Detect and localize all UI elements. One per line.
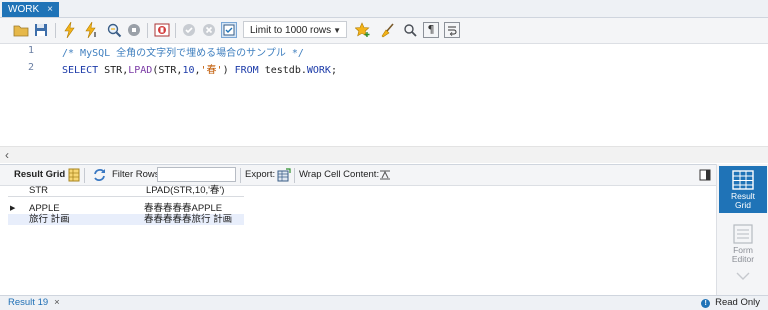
- execute-current-statement-icon[interactable]: [84, 22, 100, 38]
- info-icon: !: [701, 298, 711, 308]
- column-header[interactable]: STR: [29, 185, 48, 196]
- refresh-icon[interactable]: [91, 167, 107, 183]
- toolbar-separator: [55, 23, 56, 38]
- chevron-down-icon[interactable]: [735, 270, 751, 284]
- editor-horizontal-scrollbar[interactable]: ‹: [0, 146, 768, 163]
- sql-function: LPAD: [128, 65, 153, 76]
- sql-terminator: ;: [330, 65, 337, 76]
- limit-rows-select[interactable]: Limit to 1000 rows ▼: [243, 21, 347, 38]
- grid-icon: [732, 170, 754, 190]
- toolbar-separator: [147, 23, 148, 38]
- grid-header-row: STR LPAD(STR,10,'春'): [8, 185, 244, 197]
- close-icon[interactable]: ×: [47, 2, 53, 17]
- line-number: 1: [27, 45, 34, 56]
- sql-columns: STR,: [98, 65, 129, 76]
- column-header[interactable]: LPAD(STR,10,'春'): [146, 185, 224, 196]
- status-bar: Result 19 × ! Read Only: [0, 295, 768, 310]
- grid-cell[interactable]: 春春春春春旅行 計画: [144, 214, 232, 225]
- filter-rows-label: Filter Rows:: [112, 169, 163, 180]
- invisible-chars-pilcrow-icon[interactable]: ¶: [423, 22, 439, 38]
- rollback-x-icon[interactable]: [201, 22, 217, 38]
- scroll-left-arrow-icon[interactable]: ‹: [5, 147, 9, 163]
- result-toolbar: Result Grid Filter Rows: Export: Wrap Ce…: [0, 164, 716, 186]
- document-tab-strip: WORK ×: [0, 0, 768, 18]
- sql-string: '春': [200, 65, 223, 76]
- result-tab[interactable]: Result 19 ×: [8, 296, 60, 310]
- sql-statement-line: SELECT STR,LPAD(STR,10,'春') FROM testdb.…: [62, 61, 337, 76]
- add-snippet-star-icon[interactable]: [355, 22, 371, 38]
- form-editor-button-line2: Editor: [731, 254, 755, 264]
- current-row-arrow-icon: ▶: [10, 205, 16, 212]
- stop-on-error-icon[interactable]: [154, 22, 170, 38]
- sql-comment-line: /* MySQL 全角の文字列で埋める場合のサンプル */: [62, 48, 304, 59]
- grid-cell[interactable]: 春春春春春APPLE: [144, 203, 222, 214]
- wrap-cell-content-label: Wrap Cell Content:: [299, 169, 380, 180]
- toggle-side-panel-icon[interactable]: [697, 167, 713, 183]
- toolbar-separator: [175, 23, 176, 38]
- result-grid-button-line2: Grid: [734, 200, 752, 210]
- sql-keyword: SELECT: [62, 65, 99, 76]
- read-only-indicator: ! Read Only: [701, 296, 760, 310]
- grid-view-icon[interactable]: [66, 167, 82, 183]
- table-row[interactable]: 旅行 計画 春春春春春旅行 計画: [8, 214, 244, 225]
- beautify-broom-icon[interactable]: [380, 22, 396, 38]
- tab-work-label: WORK: [8, 4, 40, 15]
- sql-keyword: FROM: [228, 65, 259, 76]
- grid-cell[interactable]: APPLE: [29, 203, 60, 214]
- close-icon[interactable]: ×: [54, 297, 60, 308]
- toolbar-separator: [294, 168, 295, 183]
- toolbar-separator: [84, 168, 85, 183]
- limit-rows-value: Limit to 1000 rows: [250, 25, 332, 36]
- explain-magnifier-icon[interactable]: [106, 22, 122, 38]
- wrap-cell-icon[interactable]: [377, 167, 393, 183]
- chevron-down-icon: ▼: [333, 26, 341, 35]
- export-icon[interactable]: [276, 167, 292, 183]
- result-side-panel: Result Grid Form Editor: [716, 164, 768, 295]
- sql-table: WORK: [306, 65, 331, 76]
- open-folder-icon[interactable]: [13, 22, 29, 38]
- sql-editor[interactable]: 1 /* MySQL 全角の文字列で埋める場合のサンプル */ 2 SELECT…: [0, 44, 768, 145]
- sql-args-open: (STR,: [152, 65, 183, 76]
- sql-schema: testdb.: [258, 65, 307, 76]
- tab-work[interactable]: WORK ×: [2, 2, 59, 17]
- filter-rows-input[interactable]: [157, 167, 236, 182]
- grid-cell[interactable]: 旅行 計画: [29, 214, 70, 225]
- commit-check-icon[interactable]: [181, 22, 197, 38]
- result-tab-label: Result 19: [8, 297, 49, 308]
- read-only-label: Read Only: [715, 297, 760, 308]
- toolbar-separator: [240, 168, 241, 183]
- sql-editor-toolbar: Limit to 1000 rows ▼ ¶: [0, 18, 768, 44]
- export-label: Export:: [245, 169, 276, 180]
- find-magnifier-icon[interactable]: [402, 22, 418, 38]
- form-editor-button[interactable]: Form Editor: [719, 220, 767, 267]
- stop-icon[interactable]: [126, 22, 142, 38]
- result-grid-label: Result Grid: [14, 169, 66, 180]
- autocommit-toggle-icon[interactable]: [221, 22, 237, 38]
- line-number: 2: [27, 62, 34, 73]
- sql-number: 10: [182, 65, 195, 76]
- table-row[interactable]: ▶ APPLE 春春春春春APPLE: [8, 203, 244, 214]
- form-icon: [732, 224, 754, 244]
- save-icon[interactable]: [33, 22, 49, 38]
- wrap-lines-icon[interactable]: [444, 22, 460, 38]
- execute-lightning-icon[interactable]: [62, 22, 78, 38]
- result-grid-button[interactable]: Result Grid: [719, 166, 767, 213]
